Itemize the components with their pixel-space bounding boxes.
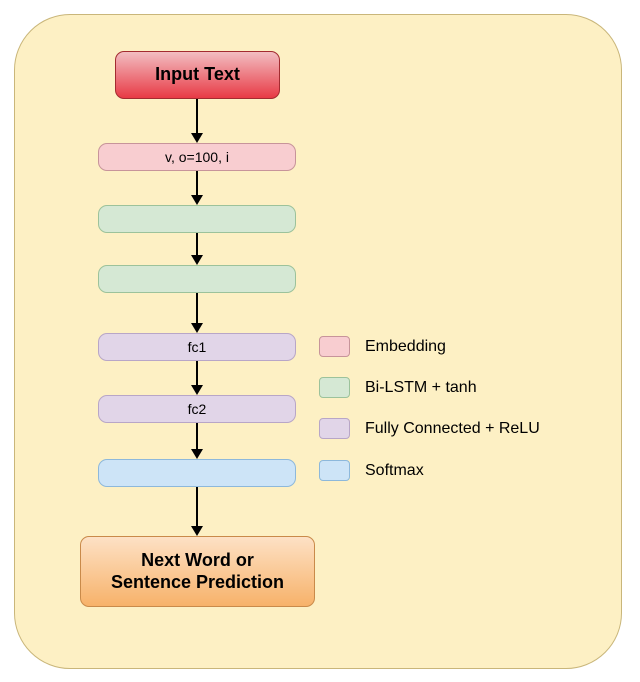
arrow-4 bbox=[196, 293, 198, 323]
arrow-2 bbox=[196, 171, 198, 195]
fc1-node: fc1 bbox=[98, 333, 296, 361]
bilstm-node-2 bbox=[98, 265, 296, 293]
arrow-3-head bbox=[191, 255, 203, 265]
softmax-node bbox=[98, 459, 296, 487]
embedding-label: v, o=100, i bbox=[165, 149, 229, 166]
legend-label-embedding: Embedding bbox=[365, 338, 446, 356]
embedding-node: v, o=100, i bbox=[98, 143, 296, 171]
diagram-canvas: Input Text v, o=100, i fc1 fc2 Next Word… bbox=[14, 14, 622, 669]
legend-swatch-embedding bbox=[319, 336, 350, 357]
arrow-1 bbox=[196, 99, 198, 133]
arrow-4-head bbox=[191, 323, 203, 333]
arrow-7 bbox=[196, 487, 198, 526]
arrow-3 bbox=[196, 233, 198, 255]
fc2-node: fc2 bbox=[98, 395, 296, 423]
output-label: Next Word or Sentence Prediction bbox=[111, 550, 284, 593]
arrow-7-head bbox=[191, 526, 203, 536]
legend-swatch-bilstm bbox=[319, 377, 350, 398]
legend-label-softmax: Softmax bbox=[365, 462, 424, 480]
output-node: Next Word or Sentence Prediction bbox=[80, 536, 315, 607]
arrow-5 bbox=[196, 361, 198, 385]
arrow-6 bbox=[196, 423, 198, 449]
arrow-6-head bbox=[191, 449, 203, 459]
arrow-2-head bbox=[191, 195, 203, 205]
legend-swatch-fc bbox=[319, 418, 350, 439]
bilstm-node-1 bbox=[98, 205, 296, 233]
fc1-label: fc1 bbox=[188, 339, 207, 356]
input-label: Input Text bbox=[155, 64, 240, 86]
legend-label-bilstm: Bi-LSTM + tanh bbox=[365, 379, 477, 397]
fc2-label: fc2 bbox=[188, 401, 207, 418]
legend-label-fc: Fully Connected + ReLU bbox=[365, 420, 540, 438]
arrow-5-head bbox=[191, 385, 203, 395]
legend-swatch-softmax bbox=[319, 460, 350, 481]
arrow-1-head bbox=[191, 133, 203, 143]
input-node: Input Text bbox=[115, 51, 280, 99]
